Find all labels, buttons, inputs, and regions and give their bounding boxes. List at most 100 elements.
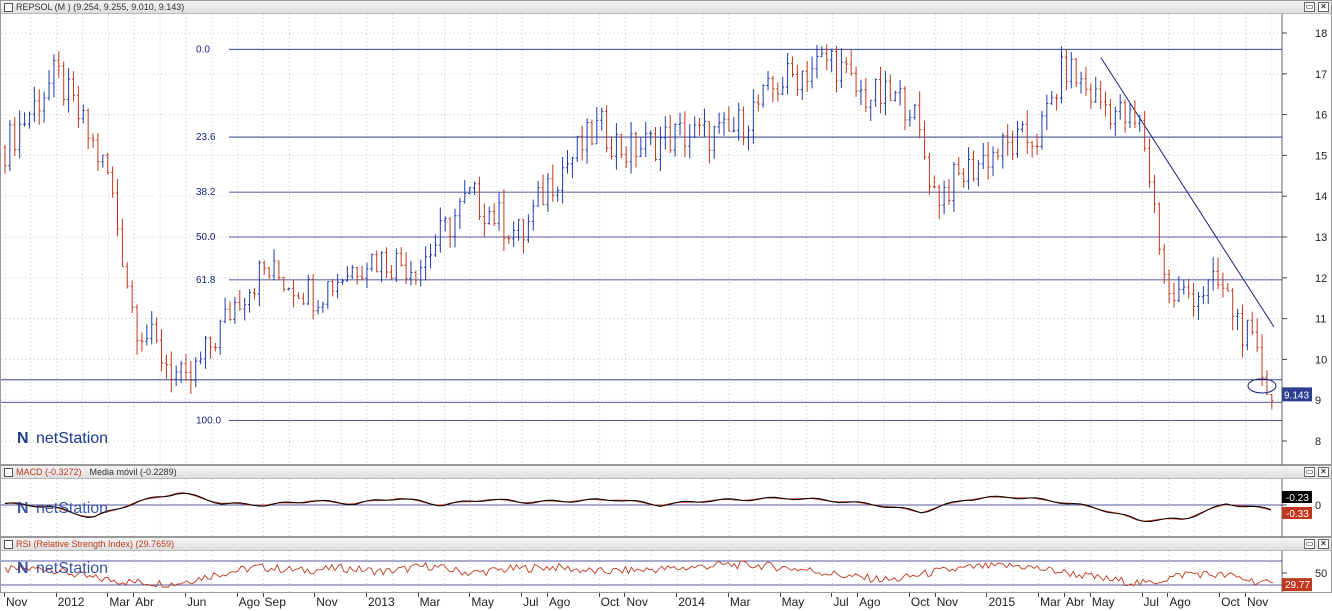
x-tick-label: Ago [238, 595, 261, 609]
time-axis: Nov 2012 Mar Abr Jun Ago Sep Nov 2013 Mar May Jul Ag… [0, 592, 1332, 611]
restore-icon[interactable]: ▭ [1304, 2, 1315, 12]
rsi-y-label: 50 [1315, 568, 1327, 580]
x-tick-label: Jun [186, 595, 207, 609]
N-logo-icon: N [17, 500, 29, 517]
x-tick [1038, 593, 1040, 597]
x-tick [521, 593, 523, 597]
rsi-line [4, 560, 1274, 588]
fib-label: 23.6 [196, 132, 216, 143]
x-tick-label: Mar [109, 595, 131, 609]
close-icon[interactable]: ✕ [1318, 2, 1329, 12]
price-chart: 8 9 10 11 12 13 14 15 16 17 18 0.0 23.6 38.2 50.0 61.8 1… [1, 14, 1327, 466]
x-tick-label: Oct [910, 595, 930, 609]
x-tick [417, 593, 419, 597]
y-tick-label: 16 [1315, 110, 1327, 122]
x-tick-label: May [1091, 595, 1115, 609]
x-tick [314, 593, 316, 597]
y-tick-label: 18 [1315, 28, 1327, 40]
x-tick [1167, 593, 1169, 597]
macd-badge-label: -0.23 [1286, 493, 1309, 504]
y-tick-label: 14 [1315, 191, 1327, 203]
x-tick [598, 593, 600, 597]
price-ohlc: (9.254, 9.255, 9.010, 9.143) [73, 2, 185, 12]
x-tick-label: Ago [548, 595, 571, 609]
close-icon[interactable]: ✕ [1318, 539, 1329, 549]
x-tick [1064, 593, 1065, 597]
x-tick [1219, 593, 1221, 597]
x-tick-label: Jul [833, 595, 849, 609]
panel-menu-icon[interactable] [4, 540, 13, 549]
N-logo-icon: N [17, 430, 29, 447]
x-tick-label: Ago [1169, 595, 1191, 609]
watermark-text: netStation [36, 500, 108, 517]
x-tick [779, 593, 781, 597]
restore-icon[interactable]: ▭ [1304, 539, 1315, 549]
x-tick [934, 593, 936, 597]
fib-label: 38.2 [196, 187, 216, 198]
signal-line [4, 492, 1272, 522]
y-tick-label: 13 [1315, 232, 1327, 244]
x-tick-label: Nov [936, 595, 959, 609]
x-tick [365, 593, 367, 597]
rsi-titlebar: RSI (Relative Strength Index) (29.7659) … [1, 538, 1331, 551]
x-tick [133, 593, 135, 597]
x-tick-label: Oct [1221, 595, 1240, 609]
x-tick [908, 593, 910, 597]
x-tick [184, 593, 186, 597]
x-tick-label: Nov [316, 595, 338, 609]
x-tick-label: May [471, 595, 495, 609]
x-tick [236, 593, 238, 597]
macd-panel-title: MACD (-0.3272) Media móvil (-0.2289) [16, 466, 177, 479]
x-tick-label: Mar [419, 595, 441, 609]
x-tick-label: Sep [264, 595, 286, 609]
x-tick [857, 593, 859, 597]
x-tick-label: Jul [523, 595, 539, 609]
x-tick-label: Ago [859, 595, 881, 609]
x-tick-label: Nov [626, 595, 648, 609]
y-tick-label: 9 [1315, 395, 1321, 407]
x-tick-label: May [781, 595, 805, 609]
y-tick-label: 11 [1315, 314, 1326, 326]
restore-icon[interactable]: ▭ [1304, 467, 1315, 477]
x-tick [469, 593, 471, 597]
fib-label: 50.0 [196, 232, 216, 243]
x-tick-label: Abr [1066, 595, 1085, 609]
fib-label: 61.8 [196, 275, 216, 286]
x-tick-label: Mar [1040, 595, 1061, 609]
macd-title: MACD (-0.3272) [16, 467, 82, 477]
x-tick [624, 593, 626, 597]
x-tick-label: 2013 [367, 595, 395, 609]
price-panel-title: REPSOL (M ) (9.254, 9.255, 9.010, 9.143) [16, 1, 184, 14]
y-tick-label: 8 [1315, 436, 1321, 448]
x-tick-label: 2015 [988, 595, 1016, 609]
y-tick-label: 10 [1315, 354, 1327, 366]
macd-y-label: 0 [1315, 500, 1321, 512]
x-tick [262, 593, 264, 597]
panel-menu-icon[interactable] [4, 3, 13, 12]
close-icon[interactable]: ✕ [1318, 467, 1329, 477]
x-tick-label: 2014 [678, 595, 705, 609]
x-tick [55, 593, 57, 597]
macd-line [4, 492, 1272, 522]
price-titlebar: REPSOL (M ) (9.254, 9.255, 9.010, 9.143)… [1, 1, 1331, 14]
y-tick-label: 15 [1315, 150, 1327, 162]
price-symbol: REPSOL (M ) [16, 2, 71, 12]
rsi-badge-label: 29.77 [1285, 580, 1310, 591]
macd-panel: MACD (-0.3272) Media móvil (-0.2289) ▭ ✕ … [0, 465, 1332, 538]
x-tick [546, 593, 548, 597]
x-tick [676, 593, 678, 597]
signal-badge-label: -0.33 [1286, 509, 1309, 520]
rsi-chart: 50 29.77 N netStation [1, 551, 1327, 594]
rsi-panel: RSI (Relative Strength Index) (29.7659) … [0, 537, 1332, 594]
x-tick [986, 593, 988, 597]
x-tick [831, 593, 833, 597]
x-tick-label: Oct [600, 595, 620, 609]
fib-label: 100.0 [196, 416, 221, 427]
x-tick [107, 593, 109, 597]
panel-menu-icon[interactable] [4, 468, 13, 477]
macd-chart: 0 -0.23 -0.33 N netStation [1, 479, 1321, 538]
x-tick [1089, 593, 1091, 597]
x-tick-label: Nov [6, 595, 28, 609]
rsi-title: RSI (Relative Strength Index) (29.7659) [16, 539, 175, 549]
x-tick-label: Jul [1143, 595, 1159, 609]
